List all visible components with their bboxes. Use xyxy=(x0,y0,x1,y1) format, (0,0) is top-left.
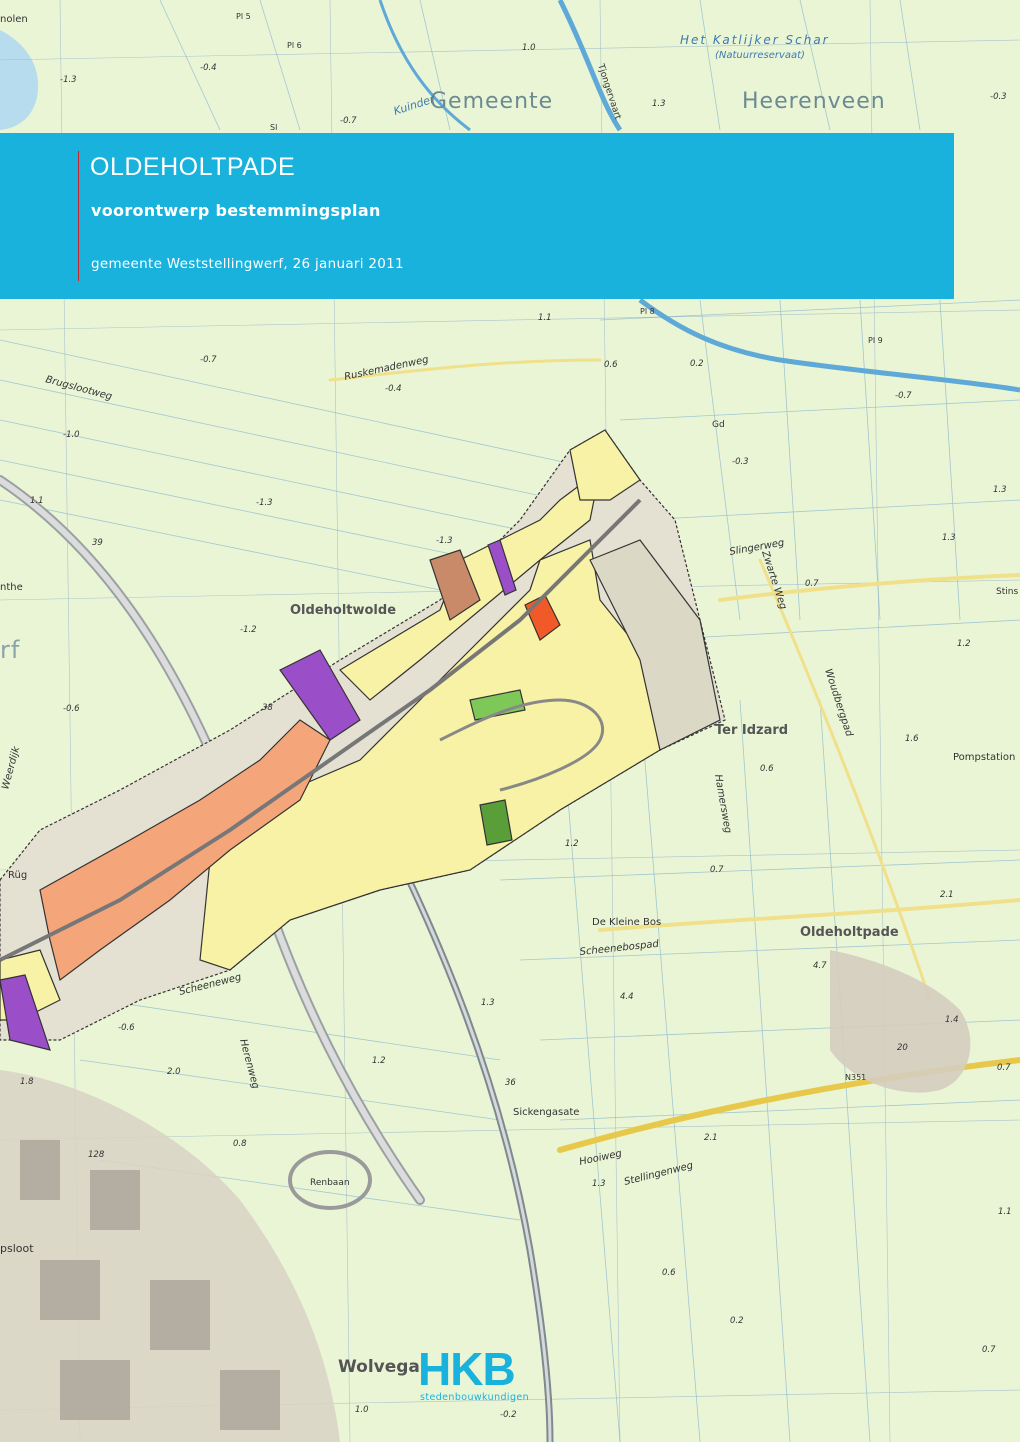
svg-text:0.8: 0.8 xyxy=(233,1139,247,1149)
title-banner: OLDEHOLTPADE voorontwerp bestemmingsplan… xyxy=(0,133,954,299)
map-label: psloot xyxy=(0,1242,34,1255)
map-label: Rüg xyxy=(8,870,27,881)
logo-mark: HKB xyxy=(418,1343,516,1395)
svg-text:1.3: 1.3 xyxy=(592,1179,606,1189)
svg-text:-0.2: -0.2 xyxy=(500,1410,517,1420)
svg-text:1.6: 1.6 xyxy=(905,734,919,744)
svg-text:1.1: 1.1 xyxy=(30,496,44,506)
logo-tagline: stedenbouwkundigen xyxy=(420,1392,530,1403)
svg-text:1.0: 1.0 xyxy=(522,43,536,53)
svg-text:-0.7: -0.7 xyxy=(340,116,357,126)
svg-text:1.8: 1.8 xyxy=(20,1077,34,1087)
svg-text:-1.3: -1.3 xyxy=(436,536,453,546)
svg-text:-1.0: -1.0 xyxy=(63,430,80,440)
document-meta: gemeente Weststellingwerf, 26 januari 20… xyxy=(91,256,404,272)
map-label: nolen xyxy=(0,14,28,25)
map-label: Sl xyxy=(270,123,277,132)
svg-text:4.4: 4.4 xyxy=(620,992,634,1002)
map-label: Pl 8 xyxy=(640,307,655,316)
svg-text:-1.2: -1.2 xyxy=(240,625,257,635)
svg-text:-1.3: -1.3 xyxy=(60,75,77,85)
svg-text:1.1: 1.1 xyxy=(538,313,552,323)
svg-text:20: 20 xyxy=(897,1043,908,1053)
svg-text:-0.6: -0.6 xyxy=(118,1023,135,1033)
map-label: Wolvega xyxy=(338,1357,420,1377)
svg-text:1.3: 1.3 xyxy=(993,485,1007,495)
svg-text:-0.7: -0.7 xyxy=(895,391,912,401)
svg-text:1.2: 1.2 xyxy=(372,1056,386,1066)
svg-text:39: 39 xyxy=(92,538,103,548)
svg-text:2.1: 2.1 xyxy=(704,1133,718,1143)
map-label: Pompstation xyxy=(953,752,1015,763)
svg-text:0.7: 0.7 xyxy=(710,865,724,875)
svg-text:36: 36 xyxy=(505,1078,516,1088)
svg-text:-0.3: -0.3 xyxy=(990,92,1007,102)
document-cover: nolen Het Katlijker Schar (Natuurreserva… xyxy=(0,0,1020,1442)
svg-text:0.7: 0.7 xyxy=(997,1063,1011,1073)
svg-text:4.7: 4.7 xyxy=(813,961,827,971)
svg-text:1.2: 1.2 xyxy=(957,639,971,649)
svg-text:-0.7: -0.7 xyxy=(200,355,217,365)
document-title: OLDEHOLTPADE xyxy=(90,153,296,181)
map-label: Renbaan xyxy=(310,1178,350,1188)
svg-text:1.0: 1.0 xyxy=(355,1405,369,1415)
svg-text:0.2: 0.2 xyxy=(690,359,704,369)
map-label: (Natuurreservaat) xyxy=(715,50,805,61)
svg-text:-0.4: -0.4 xyxy=(200,63,217,73)
svg-text:1.3: 1.3 xyxy=(481,998,495,1008)
svg-text:-1.3: -1.3 xyxy=(256,498,273,508)
svg-text:1.3: 1.3 xyxy=(942,533,956,543)
svg-text:0.7: 0.7 xyxy=(805,579,819,589)
map-label: De Kleine Bos xyxy=(592,917,661,928)
map-label: nthe xyxy=(0,582,23,593)
svg-text:-0.6: -0.6 xyxy=(63,704,80,714)
svg-text:0.6: 0.6 xyxy=(760,764,774,774)
map-label: Pl 5 xyxy=(236,12,251,21)
svg-text:2.1: 2.1 xyxy=(940,890,954,900)
svg-text:128: 128 xyxy=(88,1150,105,1160)
svg-text:1.2: 1.2 xyxy=(565,839,579,849)
svg-text:0.2: 0.2 xyxy=(730,1316,744,1326)
map-label: Pl 9 xyxy=(868,336,883,345)
svg-text:1.3: 1.3 xyxy=(652,99,666,109)
svg-text:38: 38 xyxy=(262,703,273,713)
hkb-logo: HKB stedenbouwkundigen xyxy=(418,1346,552,1406)
map-label: Stins xyxy=(996,587,1018,597)
svg-text:1.1: 1.1 xyxy=(998,1207,1012,1217)
map-label: Sickengasate xyxy=(513,1107,579,1118)
svg-text:0.6: 0.6 xyxy=(662,1268,676,1278)
map-label: Het Katlijker Schar xyxy=(680,33,830,47)
map-label: Gemeente xyxy=(430,89,553,114)
map-label: Heerenveen xyxy=(742,89,886,114)
banner-accent-rule xyxy=(78,151,79,281)
svg-text:0.6: 0.6 xyxy=(604,360,618,370)
document-subtitle: voorontwerp bestemmingsplan xyxy=(91,201,381,220)
map-label: Gd xyxy=(712,420,725,430)
map-label: Pl 6 xyxy=(287,41,302,50)
map-label: Oldeholtpade xyxy=(800,925,899,940)
svg-text:0.7: 0.7 xyxy=(982,1345,996,1355)
svg-text:1.4: 1.4 xyxy=(945,1015,959,1025)
map-label: Ter Idzard xyxy=(715,723,788,738)
map-label: N351 xyxy=(845,1073,866,1082)
svg-text:-0.4: -0.4 xyxy=(385,384,402,394)
svg-text:-0.3: -0.3 xyxy=(732,457,749,467)
svg-text:2.0: 2.0 xyxy=(167,1067,181,1077)
map-label: Oldeholtwolde xyxy=(290,603,396,618)
map-label: rf xyxy=(0,636,20,664)
